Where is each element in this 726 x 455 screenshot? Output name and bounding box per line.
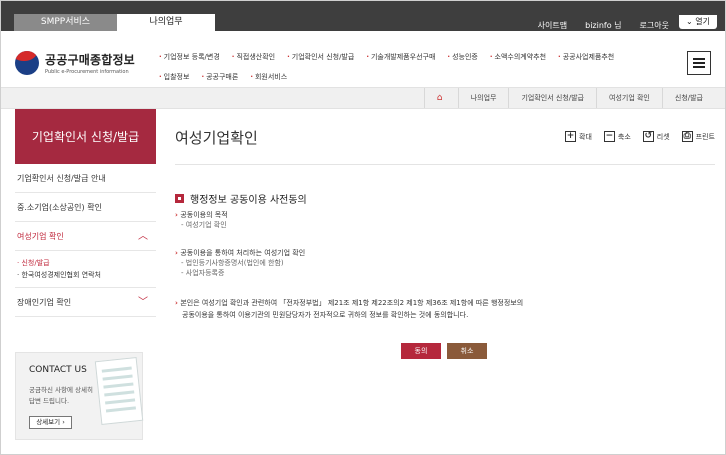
gnb-item[interactable]: 회원서비스 (250, 72, 287, 82)
detail-button[interactable]: 상세보기 › (29, 416, 72, 429)
breadcrumb: ⌂ 나의업무 기업확인서 신청/발급 여성기업 확인 신청/발급 (1, 87, 725, 109)
purpose-item: 여성기업 확인 (175, 220, 228, 230)
top-links: 사이트맵 bizinfo 님 로그아웃 (520, 20, 669, 31)
page-tools: + 확대 − 축소 ↺ 리셋 ⎙ 프린트 (553, 131, 715, 142)
sidebar-item-disabled-business[interactable]: 장애인기업 확인 ﹀ (15, 288, 156, 317)
chevron-up-icon: ︿ (138, 231, 148, 242)
gnb-item[interactable]: 기술개발제품우선구매 (366, 52, 435, 62)
home-icon: ⌂ (436, 93, 443, 103)
gnb-item[interactable]: 공공사업제품추천 (558, 52, 615, 62)
gnb-item[interactable]: 공공구매론 (201, 72, 238, 82)
document-illustration-icon (94, 356, 144, 426)
user-name: bizinfo 님 (585, 21, 622, 30)
logo-emblem-icon (15, 51, 39, 75)
page-frame: SMPP서비스 나의업무 사이트맵 bizinfo 님 로그아웃 ⌄ 열기 공공… (0, 0, 726, 455)
chevron-down-icon: ﹀ (138, 297, 148, 308)
gnb-item[interactable]: 입찰정보 (159, 72, 190, 82)
sidebar-item-sme[interactable]: 중.소기업(소상공인) 확인 (15, 193, 156, 222)
page-title: 여성기업확인 (175, 129, 258, 147)
contact-box: CONTACT US 궁금하신 사항에 상세히 답변 드립니다. 상세보기 › (15, 352, 144, 440)
top-bar: SMPP서비스 나의업무 사이트맵 bizinfo 님 로그아웃 ⌄ 열기 (1, 1, 725, 31)
contact-text: 궁금하신 사항에 상세히 답변 드립니다. (29, 386, 93, 405)
section-bullet-icon (175, 194, 184, 203)
breadcrumb-item[interactable]: 나의업무 (457, 88, 509, 108)
info-block: 공동이용을 통하여 처리하는 여성기업 확인 법인등기사항증명서(법인에 한함)… (175, 248, 305, 278)
print-button[interactable]: ⎙ 프린트 (681, 131, 715, 142)
sidebar-item-label: 여성기업 확인 (17, 232, 64, 241)
breadcrumb-home[interactable]: ⌂ (423, 88, 458, 108)
consent-text: 본인은 여성기업 확인과 관련하여 「전자정부법」 제21조 제1항 제22조의… (175, 297, 523, 321)
tab-smpp-service[interactable]: SMPP서비스 (14, 14, 117, 31)
sidebar-subitem-apply[interactable]: · 신청/발급 (17, 257, 156, 269)
info-heading: 공동이용을 통하여 처리하는 여성기업 확인 (175, 248, 305, 258)
consent-line: 공동이용을 통하여 이용기관의 민원담당자가 전자적으로 귀하의 정보를 확인하… (182, 311, 469, 319)
open-label: 열기 (695, 17, 710, 26)
logout-link[interactable]: 로그아웃 (640, 20, 669, 31)
sidebar-submenu: · 신청/발급 · 한국여성경제인협회 연락처 (15, 251, 156, 288)
sidebar-subitem-contact[interactable]: · 한국여성경제인협회 연락처 (17, 269, 156, 281)
sitemap-link[interactable]: 사이트맵 (538, 20, 567, 31)
global-nav: 기업정보 등록/변경 직접생산확인 기업확인서 신청/발급 기술개발제품우선구매… (159, 47, 679, 87)
info-item: 사업자등록증 (175, 268, 305, 278)
contact-title: CONTACT US (29, 365, 87, 375)
sidebar: 기업확인서 신청/발급 기업확인서 신청/발급 안내 중.소기업(소상공인) 확… (15, 109, 156, 317)
breadcrumb-item[interactable]: 기업확인서 신청/발급 (508, 88, 596, 108)
site-logo[interactable]: 공공구매종합정보 Public e-Procurement informatio… (15, 49, 165, 79)
tab-my-work[interactable]: 나의업무 (117, 14, 215, 31)
gnb-item[interactable]: 성능인증 (447, 52, 478, 62)
sidebar-item-women-business[interactable]: 여성기업 확인 ︿ (15, 222, 156, 251)
title-divider (175, 164, 715, 165)
gnb-item[interactable]: 직접생산확인 (232, 52, 275, 62)
cancel-button[interactable]: 취소 (447, 343, 487, 359)
reset-button[interactable]: ↺ 리셋 (642, 131, 670, 142)
breadcrumb-item[interactable]: 신청/발급 (661, 88, 715, 108)
gnb-item[interactable]: 소액수의계약추천 (490, 52, 547, 62)
purpose-heading: 공동이용의 목적 (175, 210, 227, 220)
open-button[interactable]: ⌄ 열기 (679, 15, 717, 29)
gnb-item[interactable]: 기업확인서 신청/발급 (287, 52, 355, 62)
minus-icon: − (603, 131, 615, 142)
sidebar-title: 기업확인서 신청/발급 (15, 109, 156, 164)
zoom-in-button[interactable]: + 확대 (565, 131, 592, 142)
logo-title: 공공구매종합정보 (45, 53, 135, 67)
info-item: 법인등기사항증명서(법인에 한함) (175, 258, 305, 268)
sidebar-item-guide[interactable]: 기업확인서 신청/발급 안내 (15, 164, 156, 193)
zoom-out-button[interactable]: − 축소 (603, 131, 631, 142)
purpose-block: 공동이용의 목적 여성기업 확인 (175, 210, 228, 230)
consent-line: 본인은 여성기업 확인과 관련하여 「전자정부법」 제21조 제1항 제22조의… (175, 297, 523, 309)
agree-button[interactable]: 동의 (401, 343, 441, 359)
breadcrumb-item[interactable]: 여성기업 확인 (596, 88, 662, 108)
logo-subtitle: Public e-Procurement information (45, 69, 129, 75)
printer-icon: ⎙ (681, 131, 693, 142)
hamburger-menu-icon[interactable] (687, 51, 711, 75)
sidebar-item-label: 장애인기업 확인 (17, 298, 72, 307)
gnb-item[interactable]: 기업정보 등록/변경 (159, 52, 220, 62)
chevron-down-icon: ⌄ (686, 17, 693, 26)
reset-icon: ↺ (642, 131, 654, 142)
section-title: 행정정보 공동이용 사전동의 (175, 191, 307, 206)
plus-icon: + (565, 131, 576, 142)
